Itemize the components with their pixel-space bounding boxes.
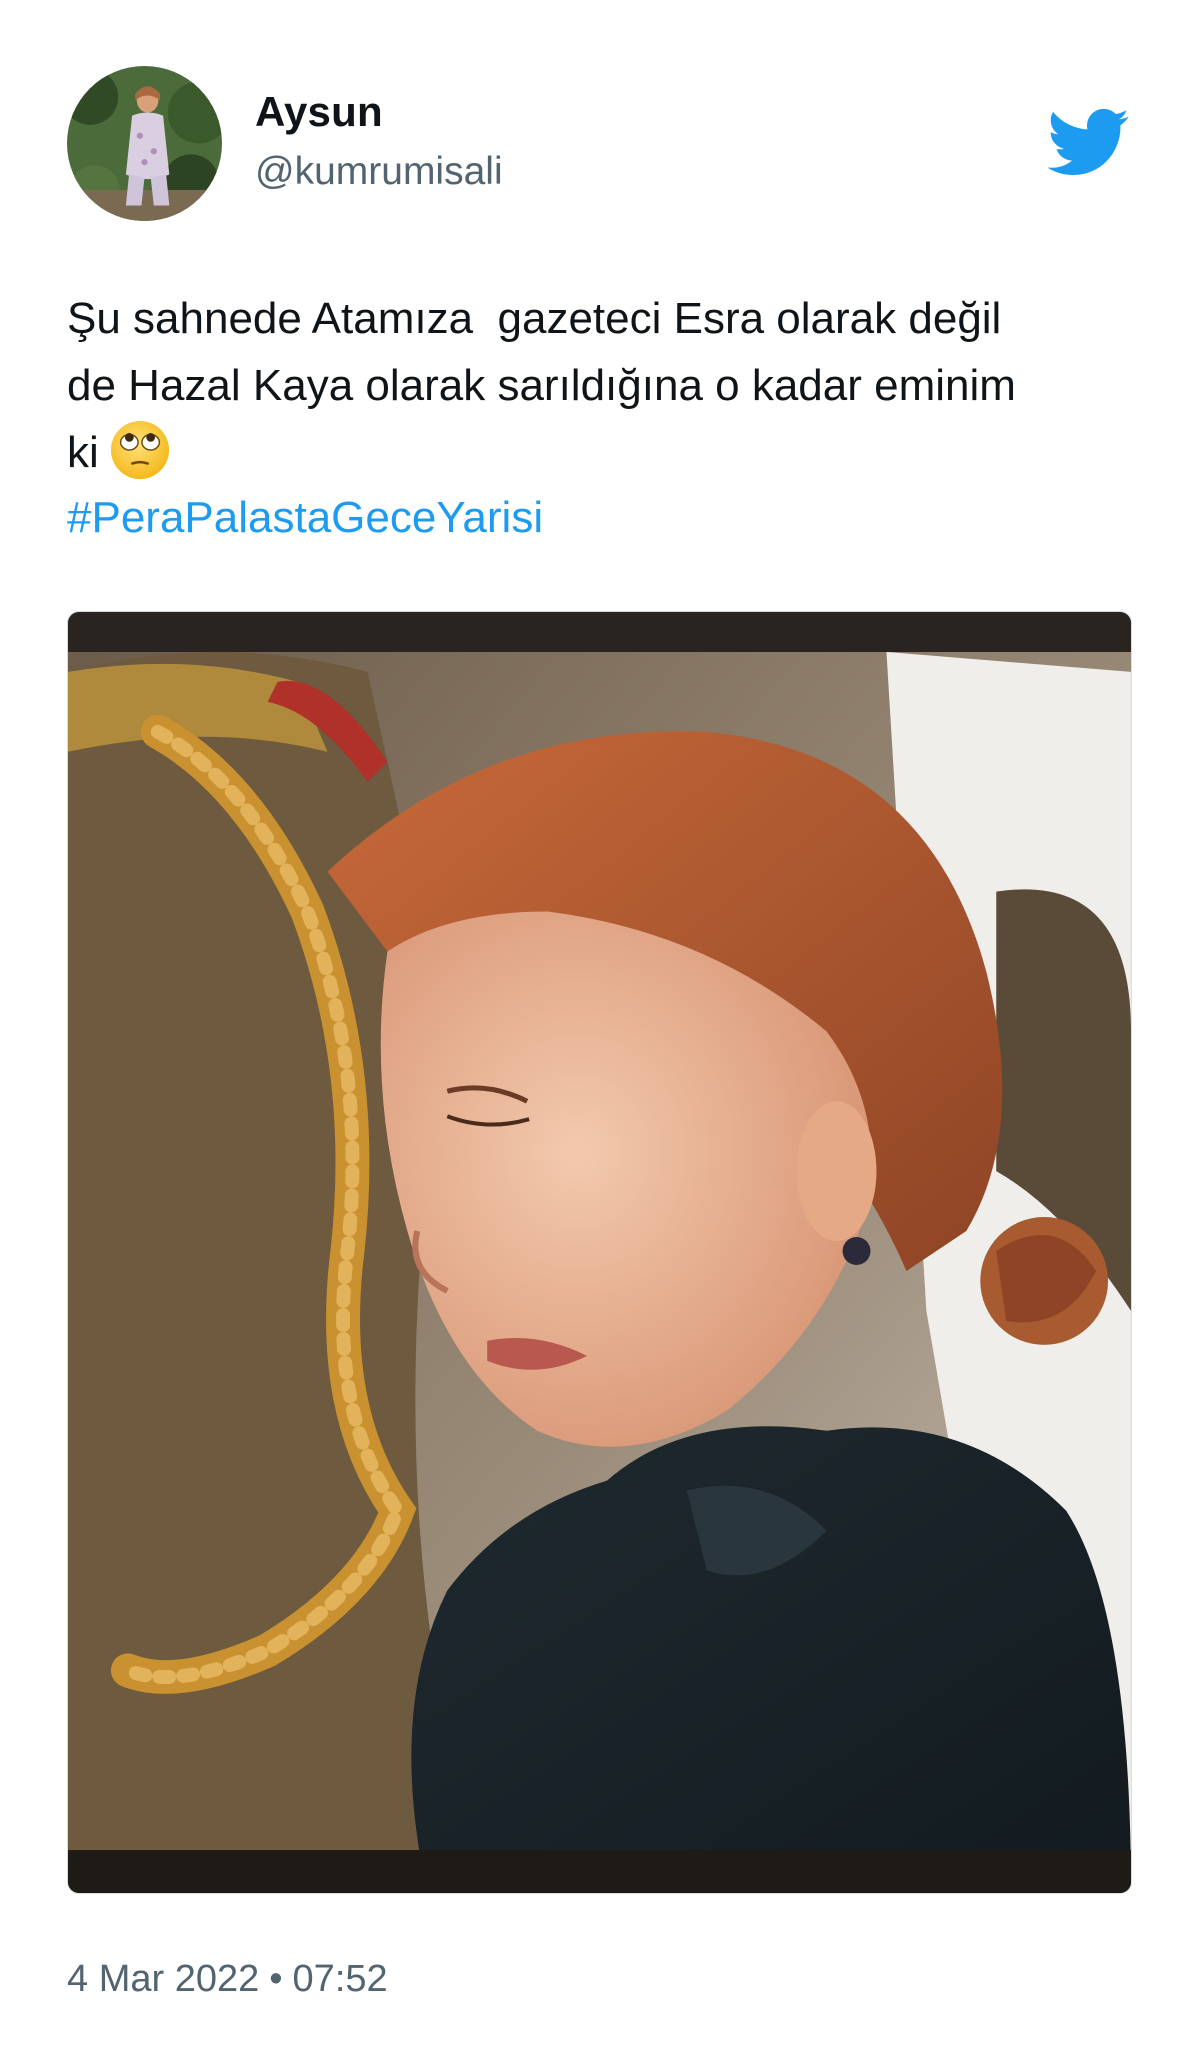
user-handle[interactable]: @kumrumisali: [255, 150, 503, 194]
tweet-body: Şu sahnede Atamıza gazeteci Esra olarak …: [67, 294, 1016, 477]
hashtag-link[interactable]: #PeraPalastaGeceYarisi: [67, 484, 543, 551]
avatar-photo: [67, 66, 222, 221]
tweet-text: Şu sahnede Atamıza gazeteci Esra olarak …: [67, 285, 1147, 486]
face-with-rolling-eyes-icon: [109, 419, 171, 481]
tweet-card: Aysun @kumrumisali Şu sahnede Atamıza ga…: [0, 0, 1200, 2067]
tweet-timestamp[interactable]: 4 Mar 2022 • 07:52: [67, 1958, 388, 2001]
tweet-time: 07:52: [292, 1958, 388, 2000]
photo-content: [68, 612, 1131, 1893]
display-name[interactable]: Aysun: [255, 88, 383, 136]
avatar[interactable]: [67, 66, 222, 221]
tweet-date: 4 Mar 2022: [67, 1958, 260, 2000]
twitter-bird-icon[interactable]: [1044, 106, 1130, 178]
tweet-photo[interactable]: [67, 611, 1132, 1894]
timestamp-separator: •: [269, 1958, 283, 2000]
